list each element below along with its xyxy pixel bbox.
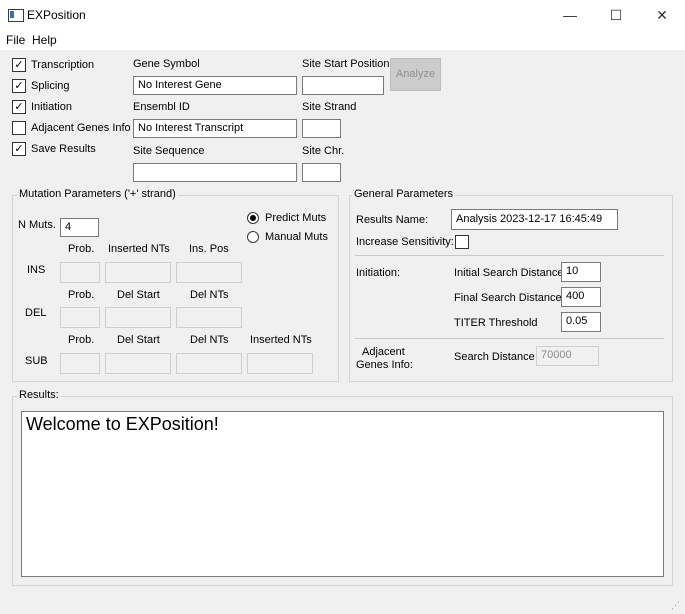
initial-search-distance-input[interactable]: 10 xyxy=(561,262,601,282)
final-search-distance-label: Final Search Distance xyxy=(454,292,562,304)
minimize-button[interactable]: — xyxy=(547,0,593,30)
results-text: Welcome to EXPosition! xyxy=(26,414,219,434)
ins-row-label: INS xyxy=(27,264,46,276)
site-strand-input[interactable] xyxy=(302,119,341,138)
del-header-del-start: Del Start xyxy=(117,289,160,301)
adjacent-genes-info-label-1: Adjacent xyxy=(362,346,405,358)
results-title: Results: xyxy=(17,389,61,401)
maximize-button[interactable]: ☐ xyxy=(593,0,639,30)
site-start-label: Site Start Position xyxy=(302,58,390,70)
analyze-button[interactable]: Analyze xyxy=(390,58,441,91)
results-name-input[interactable]: Analysis 2023-12-17 16:45:49 xyxy=(451,209,618,230)
del-header-prob: Prob. xyxy=(68,289,95,301)
results-text-area[interactable]: Welcome to EXPosition! xyxy=(21,411,664,577)
increase-sensitivity-label: Increase Sensitivity: xyxy=(356,236,454,248)
search-distance-input[interactable]: 70000 xyxy=(536,346,599,366)
mutation-parameters-title: Mutation Parameters ('+' strand) xyxy=(17,188,178,200)
save-results-label: Save Results xyxy=(31,143,96,155)
splicing-label: Splicing xyxy=(31,80,70,92)
del-prob-input[interactable] xyxy=(60,307,100,328)
n-muts-label: N Muts. xyxy=(18,219,56,231)
predict-muts-radio[interactable] xyxy=(247,212,259,224)
app-icon xyxy=(8,9,24,22)
sub-row-label: SUB xyxy=(25,355,48,367)
save-results-checkbox[interactable]: ✓ xyxy=(12,142,26,156)
menu-help[interactable]: Help xyxy=(32,33,57,47)
del-row-label: DEL xyxy=(25,307,47,319)
manual-muts-radio[interactable] xyxy=(247,231,259,243)
adjacent-genes-label: Adjacent Genes Info xyxy=(31,122,131,134)
gene-symbol-label: Gene Symbol xyxy=(133,58,200,70)
window-title: EXPosition xyxy=(27,8,86,22)
ins-header-inserted-nts: Inserted NTs xyxy=(108,243,170,255)
divider xyxy=(355,255,664,256)
divider xyxy=(355,338,664,339)
ins-inserted-nts-input[interactable] xyxy=(105,262,171,283)
adjacent-genes-info-label-2: Genes Info: xyxy=(356,359,413,371)
site-sequence-input[interactable] xyxy=(133,163,297,182)
ins-prob-input[interactable] xyxy=(60,262,100,283)
initiation-checkbox[interactable]: ✓ xyxy=(12,100,26,114)
titer-threshold-label: TITER Threshold xyxy=(454,317,538,329)
site-strand-label: Site Strand xyxy=(302,101,357,113)
site-sequence-label: Site Sequence xyxy=(133,145,205,157)
initiation-section-label: Initiation: xyxy=(356,267,401,279)
menu-file[interactable]: File xyxy=(6,33,25,47)
del-start-input[interactable] xyxy=(105,307,171,328)
site-start-input[interactable] xyxy=(302,76,384,95)
splicing-checkbox[interactable]: ✓ xyxy=(12,79,26,93)
initial-search-distance-label: Initial Search Distance xyxy=(454,267,564,279)
del-nts-input[interactable] xyxy=(176,307,242,328)
site-chr-input[interactable] xyxy=(302,163,341,182)
sub-header-del-start: Del Start xyxy=(117,334,160,346)
ensembl-id-input[interactable]: No Interest Transcript xyxy=(133,119,297,138)
ensembl-id-label: Ensembl ID xyxy=(133,101,190,113)
predict-muts-label: Predict Muts xyxy=(265,212,327,224)
resize-grip-icon[interactable]: ⋰ xyxy=(671,600,681,610)
final-search-distance-input[interactable]: 400 xyxy=(561,287,601,307)
n-muts-input[interactable]: 4 xyxy=(60,218,99,237)
sub-header-inserted-nts: Inserted NTs xyxy=(250,334,312,346)
titer-threshold-input[interactable]: 0.05 xyxy=(561,312,601,332)
adjacent-genes-checkbox[interactable] xyxy=(12,121,26,135)
manual-muts-label: Manual Muts xyxy=(265,231,328,243)
transcription-checkbox[interactable]: ✓ xyxy=(12,58,26,72)
sub-del-start-input[interactable] xyxy=(105,353,171,374)
ins-header-prob: Prob. xyxy=(68,243,95,255)
search-distance-label: Search Distance xyxy=(454,351,535,363)
close-button[interactable]: ✕ xyxy=(639,0,685,30)
site-chr-label: Site Chr. xyxy=(302,145,345,157)
sub-header-del-nts: Del NTs xyxy=(190,334,229,346)
ins-header-ins-pos: Ins. Pos xyxy=(189,243,229,255)
sub-prob-input[interactable] xyxy=(60,353,100,374)
ins-pos-input[interactable] xyxy=(176,262,242,283)
menu-bar xyxy=(0,30,685,50)
general-parameters-title: General Parameters xyxy=(352,188,456,200)
del-header-del-nts: Del NTs xyxy=(190,289,229,301)
results-name-label: Results Name: xyxy=(356,214,429,226)
sub-del-nts-input[interactable] xyxy=(176,353,242,374)
initiation-label: Initiation xyxy=(31,101,72,113)
increase-sensitivity-checkbox[interactable] xyxy=(455,235,469,249)
sub-header-prob: Prob. xyxy=(68,334,95,346)
sub-inserted-nts-input[interactable] xyxy=(247,353,313,374)
gene-symbol-input[interactable]: No Interest Gene xyxy=(133,76,297,95)
transcription-label: Transcription xyxy=(31,59,95,71)
